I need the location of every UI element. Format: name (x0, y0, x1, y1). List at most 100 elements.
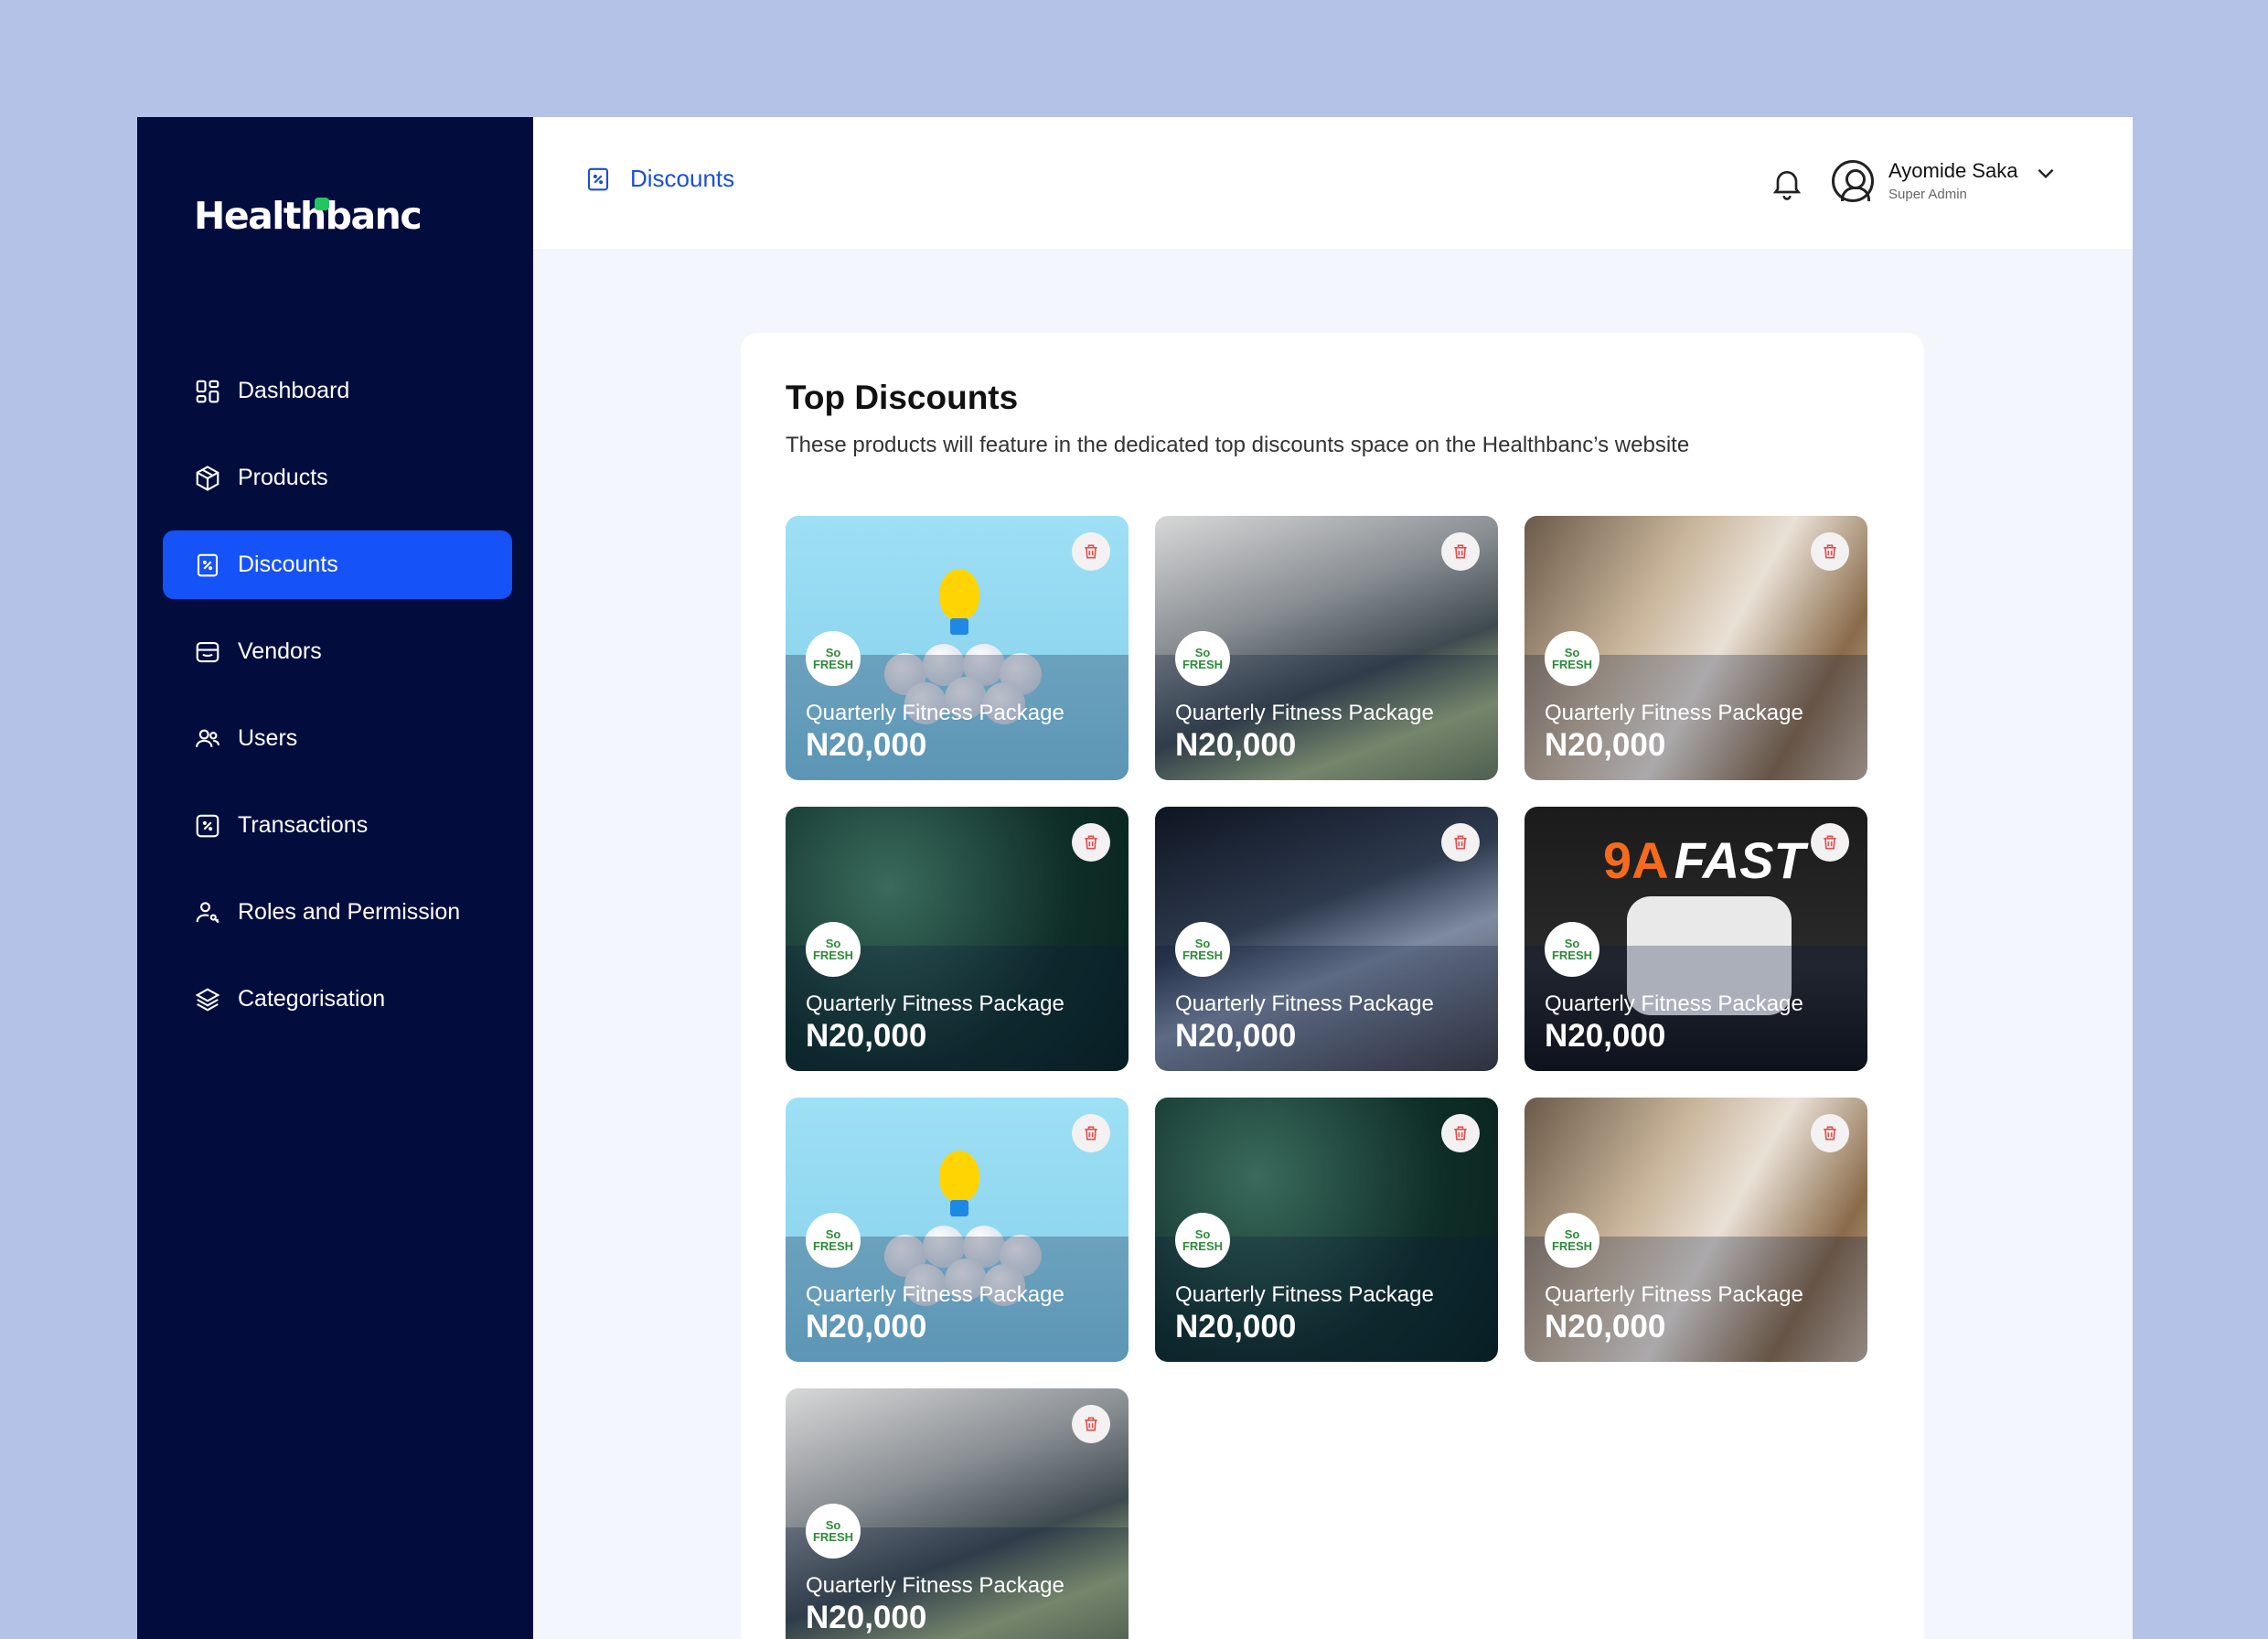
sidebar-item-label: Dashboard (238, 378, 350, 403)
sidebar-item-label: Categorisation (238, 986, 386, 1012)
vendor-logo: So FRESH (1175, 631, 1230, 686)
delete-button[interactable] (1441, 1114, 1480, 1152)
discount-card[interactable]: So FRESH Quarterly Fitness Package N20,0… (786, 1098, 1129, 1362)
app-window: Healthbanc Dashboard Products Discounts … (137, 117, 2133, 1639)
sidebar: Healthbanc Dashboard Products Discounts … (137, 117, 533, 1639)
sidebar-item-label: Users (238, 725, 298, 751)
user-info: Ayomide Saka Super Admin (1888, 159, 2017, 202)
avatar (1832, 159, 1874, 202)
discount-grid: So FRESH Quarterly Fitness Package N20,0… (786, 516, 1867, 1639)
delete-button[interactable] (1441, 532, 1480, 571)
trash-icon (1454, 835, 1467, 850)
sidebar-item-vendors[interactable]: Vendors (163, 617, 512, 686)
discount-card[interactable]: 9A FAST So FRESH Quarterly Fitness Packag… (1524, 807, 1867, 1071)
discount-card[interactable]: So FRESH Quarterly Fitness Package N20,0… (786, 516, 1129, 780)
sidebar-item-roles-and-permission[interactable]: Roles and Permission (163, 878, 512, 947)
store-icon (196, 641, 219, 662)
box-icon (196, 465, 219, 491)
user-key-icon (196, 901, 219, 923)
sidebar-item-discounts[interactable]: Discounts (163, 530, 512, 599)
breadcrumb-label: Discounts (630, 165, 735, 192)
delete-button[interactable] (1811, 1114, 1849, 1152)
card-price: N20,000 (806, 1600, 927, 1635)
card-title: Quarterly Fitness Package (1175, 701, 1434, 725)
transaction-icon (196, 814, 219, 837)
card-title: Quarterly Fitness Package (806, 991, 1064, 1016)
discount-card[interactable]: So FRESH Quarterly Fitness Package N20,0… (786, 1388, 1129, 1639)
page-description: These products will feature in the dedic… (786, 433, 1690, 457)
sidebar-item-transactions[interactable]: Transactions (163, 791, 512, 860)
card-price: N20,000 (806, 727, 927, 763)
sidebar-item-label: Vendors (238, 638, 322, 664)
trash-icon (1085, 835, 1097, 850)
delete-button[interactable] (1811, 823, 1849, 862)
logo-heart-icon (315, 198, 329, 210)
layers-icon (195, 988, 220, 1011)
sidebar-nav: Dashboard Products Discounts Vendors Use… (163, 357, 512, 1052)
card-title: Quarterly Fitness Package (1545, 991, 1803, 1016)
bell-icon[interactable] (1769, 165, 1805, 201)
card-title: Quarterly Fitness Package (1175, 991, 1434, 1016)
user-menu[interactable]: Ayomide Saka Super Admin (1832, 159, 2058, 202)
card-title: Quarterly Fitness Package (1545, 1282, 1803, 1307)
top-bar: Discounts Ayomide Saka Super Admin (533, 117, 2133, 249)
sidebar-item-label: Products (238, 465, 328, 490)
discount-card[interactable]: So FRESH Quarterly Fitness Package N20,0… (1155, 516, 1498, 780)
card-price: N20,000 (1545, 727, 1666, 763)
sidebar-item-label: Discounts (238, 552, 338, 577)
vendor-logo: So FRESH (806, 922, 861, 977)
card-title: Quarterly Fitness Package (806, 1573, 1064, 1598)
card-price: N20,000 (806, 1018, 927, 1054)
card-price: N20,000 (1175, 1018, 1297, 1054)
vendor-logo: So FRESH (1545, 922, 1599, 977)
delete-button[interactable] (1072, 1405, 1110, 1443)
dashboard-icon (196, 380, 219, 402)
sidebar-item-label: Transactions (238, 812, 369, 838)
delete-button[interactable] (1441, 823, 1480, 862)
sidebar-item-categorisation[interactable]: Categorisation (163, 965, 512, 1034)
trash-icon (1824, 835, 1836, 850)
vendor-logo: So FRESH (1545, 631, 1599, 686)
card-price: N20,000 (1545, 1309, 1666, 1344)
card-price: N20,000 (1175, 1309, 1297, 1344)
card-title: Quarterly Fitness Package (806, 1282, 1064, 1307)
discount-icon (587, 167, 609, 190)
trash-icon (1085, 544, 1097, 559)
discount-card[interactable]: So FRESH Quarterly Fitness Package N20,0… (1155, 807, 1498, 1071)
delete-button[interactable] (1072, 1114, 1110, 1152)
vendor-logo: So FRESH (1175, 922, 1230, 977)
sidebar-item-products[interactable]: Products (163, 444, 512, 512)
delete-button[interactable] (1072, 532, 1110, 571)
users-icon (196, 729, 219, 747)
card-price: N20,000 (1175, 727, 1297, 763)
card-title: Quarterly Fitness Package (806, 701, 1064, 725)
discount-card[interactable]: So FRESH Quarterly Fitness Package N20,0… (1524, 516, 1867, 780)
vendor-logo: So FRESH (1545, 1213, 1599, 1268)
sidebar-item-users[interactable]: Users (163, 704, 512, 773)
card-title: Quarterly Fitness Package (1545, 701, 1803, 725)
trash-icon (1454, 544, 1467, 559)
trash-icon (1085, 1126, 1097, 1141)
discount-card[interactable]: So FRESH Quarterly Fitness Package N20,0… (786, 807, 1129, 1071)
trash-icon (1454, 1126, 1467, 1141)
delete-button[interactable] (1072, 823, 1110, 862)
sidebar-item-label: Roles and Permission (238, 899, 461, 925)
card-title: Quarterly Fitness Package (1175, 1282, 1434, 1307)
vendor-logo: So FRESH (806, 1213, 861, 1268)
trash-icon (1824, 1126, 1836, 1141)
breadcrumb[interactable]: Discounts (584, 165, 734, 193)
discount-icon (197, 553, 219, 576)
trash-icon (1085, 1417, 1097, 1431)
user-role: Super Admin (1888, 187, 1967, 202)
user-name: Ayomide Saka (1888, 159, 2018, 182)
delete-button[interactable] (1811, 532, 1849, 571)
trash-icon (1824, 544, 1836, 559)
sidebar-item-dashboard[interactable]: Dashboard (163, 357, 512, 425)
logo[interactable]: Healthbanc (194, 194, 423, 238)
discount-card[interactable]: So FRESH Quarterly Fitness Package N20,0… (1155, 1098, 1498, 1362)
vendor-logo: So FRESH (806, 1504, 861, 1559)
discount-card[interactable]: So FRESH Quarterly Fitness Package N20,0… (1524, 1098, 1867, 1362)
main-content: Discounts Ayomide Saka Super Admin Top D… (533, 117, 2133, 1639)
fast-banner: 9A FAST (1603, 831, 1805, 889)
chevron-down-icon[interactable] (2034, 161, 2058, 185)
